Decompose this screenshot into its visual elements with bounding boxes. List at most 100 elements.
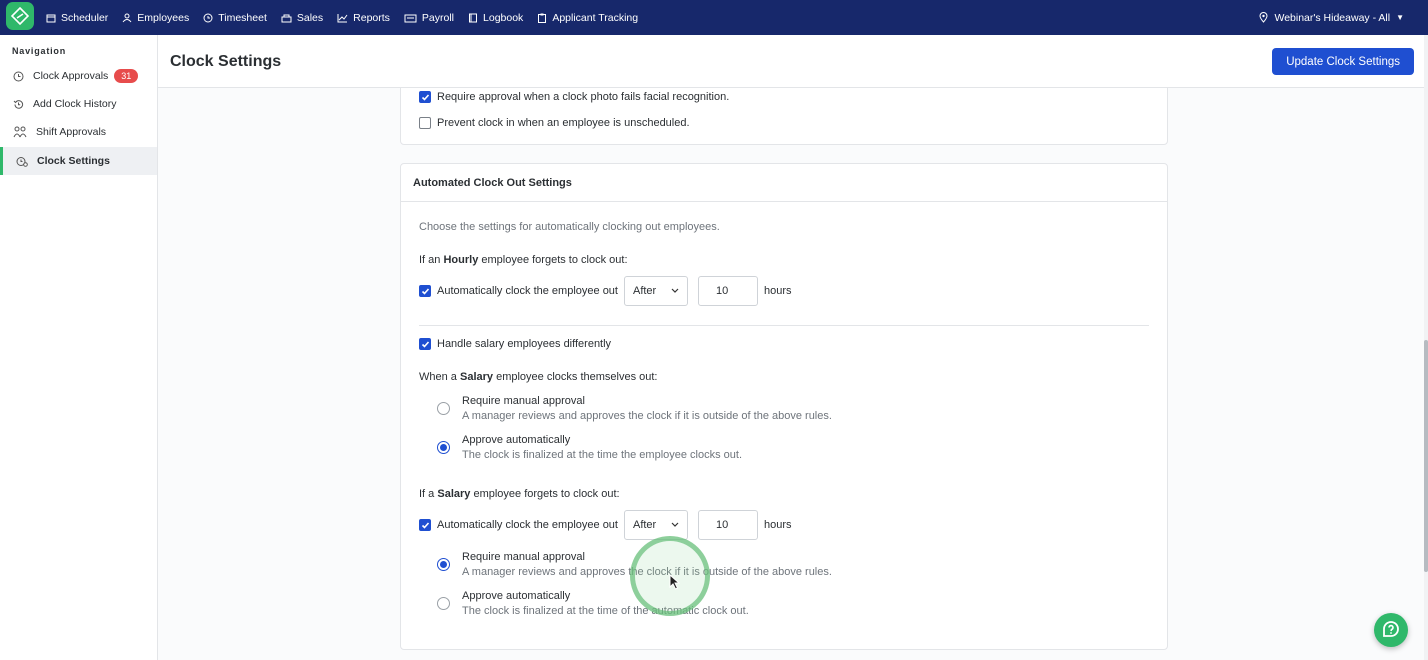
chevron-down-icon: [671, 288, 679, 293]
hourly-auto-clock-checkbox[interactable]: [419, 285, 431, 297]
salary-hours-input[interactable]: 10: [697, 510, 758, 540]
update-clock-settings-button[interactable]: Update Clock Settings: [1272, 48, 1414, 75]
salary-self-prefix: When a: [419, 371, 457, 383]
nav-reports-label: Reports: [353, 11, 390, 24]
salary-auto-clock-row: Automatically clock the employee out Aft…: [419, 510, 792, 540]
salary-forget-prefix: If a: [419, 488, 435, 500]
chart-line-icon: [337, 13, 348, 22]
chevron-down-icon: ▼: [1396, 13, 1404, 22]
salary-toggle-label: Handle salary employees differently: [437, 338, 612, 350]
salary-forget-suffix: employee forgets to clock out:: [473, 488, 620, 500]
location-label: Webinar's Hideaway - All: [1274, 11, 1391, 24]
salary-hours-unit: hours: [763, 519, 792, 531]
nav-timesheet-label: Timesheet: [218, 11, 267, 24]
history-icon: [13, 99, 24, 109]
salary-forget-heading: If a Salary employee forgets to clock ou…: [419, 488, 620, 500]
chevron-down-icon: [671, 522, 679, 527]
location-selector[interactable]: Webinar's Hideaway - All ▼: [1259, 0, 1404, 35]
page-title: Clock Settings: [170, 53, 282, 70]
salary-auto-clock-label: Automatically clock the employee out: [437, 519, 618, 531]
nav-applicant-tracking[interactable]: Applicant Tracking: [537, 12, 638, 24]
salary-auto-clock-checkbox[interactable]: [419, 519, 431, 531]
hourly-auto-clock-row: Automatically clock the employee out Aft…: [419, 276, 792, 306]
person-icon: [122, 13, 132, 22]
sidebar-item-label: Shift Approvals: [36, 126, 107, 138]
hourly-hours-unit: hours: [763, 285, 792, 297]
salary-forget-manual-option[interactable]: Require manual approval A manager review…: [437, 550, 832, 580]
hourly-hours-input[interactable]: 10: [697, 276, 758, 306]
salary-toggle-checkbox[interactable]: [419, 338, 431, 350]
option-description: A manager reviews and approves the clock…: [462, 566, 832, 578]
prevent-unscheduled-checkbox[interactable]: [419, 117, 431, 129]
page-scrollbar[interactable]: [1424, 35, 1428, 660]
salary-self-manual-option[interactable]: Require manual approval A manager review…: [437, 394, 832, 424]
clock-settings-icon: [16, 156, 28, 167]
sidebar-item-shift-approvals[interactable]: Shift Approvals: [0, 118, 157, 146]
option-title: Require manual approval: [462, 395, 585, 407]
app-logo[interactable]: [6, 2, 34, 30]
hourly-bold: Hourly: [443, 254, 479, 266]
salary-bold: Salary: [437, 488, 471, 500]
nav-applicant-tracking-label: Applicant Tracking: [552, 11, 639, 24]
nav-timesheet[interactable]: Timesheet: [203, 12, 267, 24]
option-title: Approve automatically: [462, 434, 571, 446]
question-icon: [1383, 621, 1399, 637]
sidebar-item-add-clock-history[interactable]: Add Clock History: [0, 90, 157, 118]
sidebar-item-label: Add Clock History: [33, 98, 117, 110]
sidebar-item-clock-settings[interactable]: Clock Settings: [0, 147, 157, 175]
stack-icon: [281, 14, 292, 22]
hourly-heading: If an Hourly employee forgets to clock o…: [419, 254, 628, 266]
clock-in-settings-card: Require approval when a clock photo fail…: [400, 88, 1168, 145]
book-icon: [469, 13, 478, 22]
nav-payroll-label: Payroll: [421, 11, 455, 24]
nav-scheduler-label: Scheduler: [61, 11, 109, 24]
nav-employees[interactable]: Employees: [122, 12, 189, 24]
nav-reports[interactable]: Reports: [337, 12, 390, 24]
salary-self-auto-option[interactable]: Approve automatically The clock is final…: [437, 433, 742, 463]
card-title: Automated Clock Out Settings: [401, 164, 1167, 202]
salary-forget-manual-radio[interactable]: [437, 558, 450, 571]
hourly-auto-clock-label: Automatically clock the employee out: [437, 285, 618, 297]
sidebar-item-label: Clock Settings: [37, 155, 110, 167]
option-description: The clock is finalized at the time of th…: [462, 605, 749, 617]
clock-out-intro: Choose the settings for automatically cl…: [419, 221, 720, 233]
settings-content: Require approval when a clock photo fail…: [158, 88, 1424, 660]
intro-text: Choose the settings for automatically cl…: [419, 221, 720, 233]
nav-sales[interactable]: Sales: [281, 12, 323, 24]
prevent-unscheduled-label: Prevent clock in when an employee is uns…: [437, 117, 690, 129]
clipboard-icon: [538, 13, 547, 23]
sidebar-item-clock-approvals[interactable]: Clock Approvals 31: [0, 62, 157, 90]
facial-recognition-checkbox[interactable]: [419, 91, 431, 103]
scrollbar-thumb[interactable]: [1424, 340, 1428, 572]
salary-timing-value: After: [632, 519, 657, 531]
hourly-timing-value: After: [632, 285, 657, 297]
salary-toggle-row[interactable]: Handle salary employees differently: [419, 338, 611, 350]
nav-employees-label: Employees: [137, 11, 190, 24]
salary-timing-select[interactable]: After: [623, 510, 688, 540]
hourly-timing-select[interactable]: After: [623, 276, 688, 306]
option-description: The clock is finalized at the time the e…: [462, 449, 743, 461]
payroll-icon: [404, 14, 417, 22]
help-button[interactable]: [1374, 613, 1408, 647]
page-header: Clock Settings Update Clock Settings: [158, 35, 1424, 88]
people-icon: [13, 126, 27, 138]
nav-logbook[interactable]: Logbook: [468, 12, 523, 24]
sidebar-heading: Navigation: [12, 46, 67, 56]
salary-forget-auto-radio[interactable]: [437, 597, 450, 610]
automated-clock-out-card: Automated Clock Out Settings Choose the …: [400, 163, 1168, 650]
top-navigation-bar: Scheduler Employees Timesheet Sales Repo…: [0, 0, 1428, 35]
clock-icon: [13, 71, 24, 81]
sidebar-item-label: Clock Approvals: [33, 70, 109, 82]
clock-icon: [203, 13, 213, 22]
salary-self-auto-radio[interactable]: [437, 441, 450, 454]
salary-self-suffix: employee clocks themselves out:: [496, 371, 658, 383]
nav-scheduler[interactable]: Scheduler: [46, 12, 108, 24]
prevent-unscheduled-option[interactable]: Prevent clock in when an employee is uns…: [419, 117, 690, 129]
option-title: Require manual approval: [462, 551, 585, 563]
nav-payroll[interactable]: Payroll: [404, 12, 454, 24]
facial-recognition-option[interactable]: Require approval when a clock photo fail…: [419, 91, 729, 103]
salary-forget-auto-option[interactable]: Approve automatically The clock is final…: [437, 589, 749, 619]
salary-self-heading: When a Salary employee clocks themselves…: [419, 371, 658, 383]
salary-self-manual-radio[interactable]: [437, 402, 450, 415]
option-title: Approve automatically: [462, 590, 571, 602]
